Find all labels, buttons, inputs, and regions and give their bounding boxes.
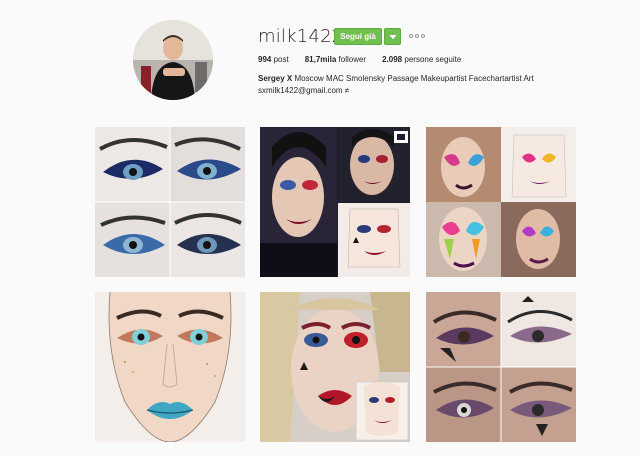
post-thumbnail[interactable]: [260, 292, 410, 442]
post-thumbnail[interactable]: [95, 127, 245, 277]
followers-stat[interactable]: 81,7mila follower: [305, 55, 366, 64]
profile-avatar[interactable]: [133, 20, 213, 100]
followers-label: follower: [338, 55, 367, 64]
profile-bio: Sergey X Moscow MAC Smolensky Passage Ma…: [258, 73, 598, 97]
posts-label: post: [273, 55, 289, 64]
bio-text: Moscow MAC Smolensky Passage Makeupartis…: [294, 74, 534, 83]
suggestions-dropdown-button[interactable]: [384, 28, 401, 45]
followers-count: 81,7mila: [304, 55, 337, 64]
posts-stat[interactable]: 994 post: [258, 55, 289, 64]
posts-count: 994: [258, 55, 272, 64]
bio-email[interactable]: sxmilk1422@gmail.com ≠: [258, 85, 598, 97]
chevron-down-icon: [389, 34, 396, 39]
post-thumbnail[interactable]: [95, 292, 245, 442]
post-thumbnail[interactable]: [426, 292, 576, 442]
following-button[interactable]: Segui già: [334, 28, 382, 45]
bio-name: Sergey X: [258, 74, 293, 83]
post-thumbnail[interactable]: [426, 127, 576, 277]
following-count: 2.098: [382, 55, 403, 64]
post-thumbnail[interactable]: [260, 127, 410, 277]
following-stat[interactable]: 2.098 persone seguite: [382, 55, 461, 64]
profile-header: milk1422 Segui già 994 post 81,7mila fol…: [0, 0, 640, 118]
more-options-icon[interactable]: [409, 30, 427, 42]
profile-stats: 994 post 81,7mila follower 2.098 persone…: [258, 55, 461, 64]
profile-username: milk1422: [258, 26, 344, 47]
following-label: persone seguite: [404, 55, 462, 64]
